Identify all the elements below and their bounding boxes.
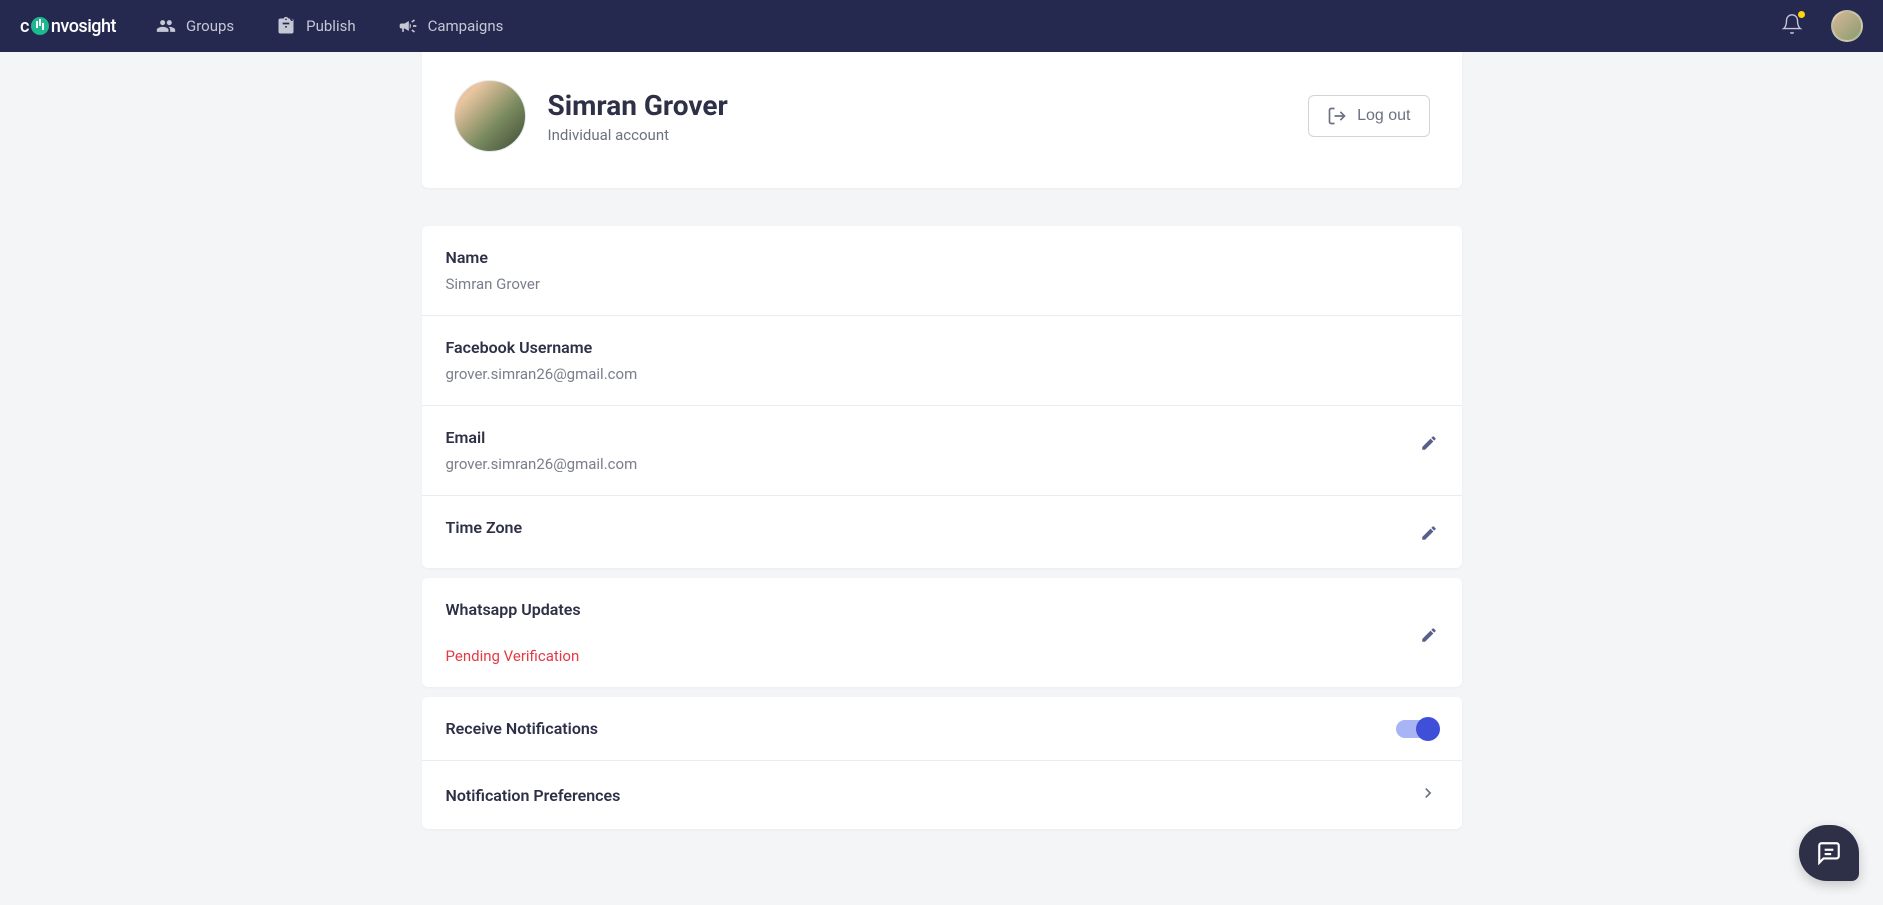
- edit-timezone-button[interactable]: [1420, 524, 1438, 546]
- receive-notifications-label: Receive Notifications: [446, 719, 599, 738]
- logout-icon: [1327, 106, 1347, 126]
- profile-header-left: Simran Grover Individual account: [454, 80, 728, 152]
- edit-whatsapp-button[interactable]: [1420, 626, 1438, 665]
- settings-card: Name Simran Grover Facebook Username gro…: [422, 226, 1462, 568]
- groups-icon: [156, 16, 176, 36]
- navbar: c nvosight Groups Publish Campaigns: [0, 0, 1883, 52]
- nav-campaigns-label: Campaigns: [428, 17, 504, 35]
- receive-notifications-toggle[interactable]: [1396, 720, 1438, 738]
- navbar-left: c nvosight Groups Publish Campaigns: [20, 16, 503, 37]
- logo-text-after: nvosight: [51, 16, 116, 37]
- user-avatar[interactable]: [1831, 10, 1863, 42]
- whatsapp-content: Whatsapp Updates Pending Verification: [446, 600, 1420, 665]
- chat-icon: [1816, 840, 1842, 866]
- settings-row-name: Name Simran Grover: [422, 226, 1462, 316]
- nav-groups-label: Groups: [186, 17, 234, 35]
- settings-facebook-label: Facebook Username: [446, 338, 1438, 357]
- settings-name-value: Simran Grover: [446, 275, 1438, 293]
- settings-timezone-content: Time Zone: [446, 518, 1420, 545]
- nav-publish[interactable]: Publish: [276, 16, 355, 36]
- campaigns-icon: [398, 16, 418, 36]
- bell-notification-dot: [1798, 11, 1805, 18]
- profile-subtitle: Individual account: [548, 126, 728, 144]
- whatsapp-card: Whatsapp Updates Pending Verification: [422, 578, 1462, 687]
- logo[interactable]: c nvosight: [20, 16, 116, 37]
- nav-groups[interactable]: Groups: [156, 16, 234, 36]
- settings-facebook-value: grover.simran26@gmail.com: [446, 365, 1438, 383]
- pencil-icon: [1420, 434, 1438, 452]
- settings-row-timezone: Time Zone: [422, 496, 1462, 568]
- profile-info: Simran Grover Individual account: [548, 89, 728, 144]
- notifications-bell[interactable]: [1781, 13, 1803, 39]
- chat-widget[interactable]: [1799, 825, 1859, 881]
- notification-preferences-label: Notification Preferences: [446, 786, 621, 805]
- profile-header-card: Simran Grover Individual account Log out: [422, 52, 1462, 188]
- whatsapp-label: Whatsapp Updates: [446, 600, 1420, 619]
- settings-email-label: Email: [446, 428, 1420, 447]
- edit-email-button[interactable]: [1420, 434, 1438, 456]
- settings-name-content: Name Simran Grover: [446, 248, 1438, 293]
- pencil-icon: [1420, 626, 1438, 644]
- receive-notifications-row: Receive Notifications: [422, 697, 1462, 761]
- settings-email-value: grover.simran26@gmail.com: [446, 455, 1420, 473]
- notification-preferences-arrow: [1418, 783, 1438, 807]
- profile-avatar: [454, 80, 526, 152]
- logo-text-before: c: [20, 16, 29, 37]
- settings-facebook-content: Facebook Username grover.simran26@gmail.…: [446, 338, 1438, 383]
- publish-icon: [276, 16, 296, 36]
- pencil-icon: [1420, 524, 1438, 542]
- navbar-right: [1781, 10, 1863, 42]
- nav-campaigns[interactable]: Campaigns: [398, 16, 504, 36]
- main-content: Simran Grover Individual account Log out…: [0, 52, 1883, 829]
- settings-timezone-label: Time Zone: [446, 518, 1420, 537]
- nav-links: Groups Publish Campaigns: [156, 16, 503, 36]
- chevron-right-icon: [1418, 783, 1438, 803]
- logout-label: Log out: [1357, 107, 1410, 125]
- notifications-card: Receive Notifications Notification Prefe…: [422, 697, 1462, 829]
- settings-row-facebook: Facebook Username grover.simran26@gmail.…: [422, 316, 1462, 406]
- logout-button[interactable]: Log out: [1308, 95, 1429, 137]
- settings-row-email: Email grover.simran26@gmail.com: [422, 406, 1462, 496]
- notification-preferences-row[interactable]: Notification Preferences: [422, 761, 1462, 829]
- profile-container: Simran Grover Individual account Log out…: [422, 52, 1462, 829]
- settings-name-label: Name: [446, 248, 1438, 267]
- whatsapp-status: Pending Verification: [446, 647, 1420, 665]
- settings-email-content: Email grover.simran26@gmail.com: [446, 428, 1420, 473]
- profile-name: Simran Grover: [548, 89, 728, 122]
- nav-publish-label: Publish: [306, 17, 355, 35]
- logo-icon: [31, 17, 49, 35]
